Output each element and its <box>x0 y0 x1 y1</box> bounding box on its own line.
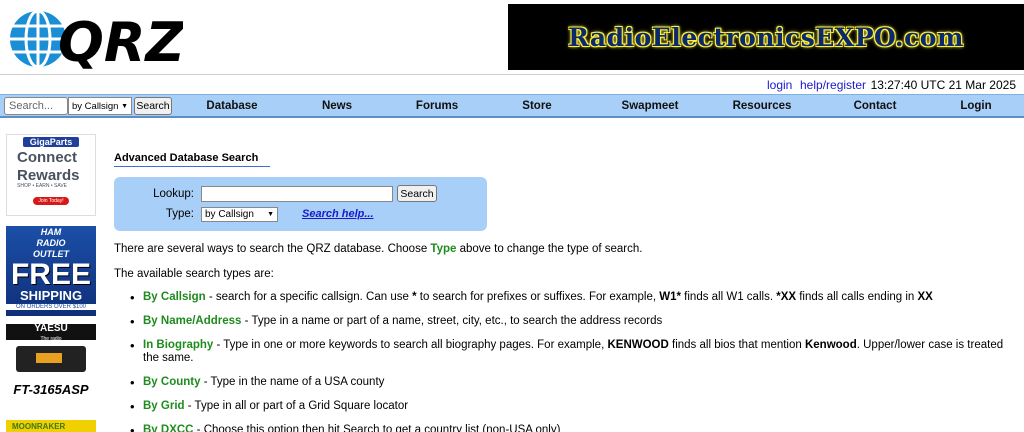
logo-text: QRZ <box>58 11 183 70</box>
banner-text: RadioElectronicsEXPO.com <box>568 22 964 52</box>
nav-item-news[interactable]: News <box>322 100 352 112</box>
yaesu-model: FT-3165ASP <box>13 382 89 397</box>
gigaparts-ad[interactable]: GigaParts Connect Rewards SHOP • EARN • … <box>6 134 96 216</box>
intro-text: There are several ways to search the QRZ… <box>114 243 642 255</box>
type-name: By Callsign <box>143 291 206 303</box>
hamradio-free: FREE <box>10 258 91 291</box>
search-type-select[interactable]: by Callsign ▼ <box>201 207 278 222</box>
type-name: By Name/Address <box>143 315 242 327</box>
type-desc: - Type in the name of a USA county <box>200 376 385 388</box>
gigaparts-brand: GigaParts <box>23 137 79 147</box>
available-types-label: The available search types are: <box>114 268 274 280</box>
type-name: By Grid <box>143 400 185 412</box>
list-item: By Name/Address - Type in a name or part… <box>130 315 1010 328</box>
banner-ad[interactable]: RadioElectronicsEXPO.com <box>508 4 1024 70</box>
type-desc: - Type in all or part of a Grid Square l… <box>184 400 409 412</box>
page-title: Advanced Database Search <box>114 152 270 167</box>
search-help-link[interactable]: Search help... <box>302 208 374 220</box>
nav-item-database[interactable]: Database <box>206 100 257 112</box>
hamradio-line1: HAM <box>40 227 62 237</box>
type-desc: - Type in a name or part of a name, stre… <box>241 315 663 327</box>
type-name: By County <box>143 376 201 388</box>
yaesu-tagline: The radio <box>40 336 62 342</box>
yaesu-brand-bar: YAESU The radio <box>6 323 96 342</box>
type-desc: - Choose this option then hit Search to … <box>193 424 561 432</box>
lookup-input[interactable] <box>201 186 393 202</box>
nav-item-forums[interactable]: Forums <box>416 100 458 112</box>
hamradio-outlet-ad[interactable]: HAM RADIO OUTLET FREE SHIPPING ON ORDERS… <box>6 226 96 316</box>
nav-search-type-select[interactable]: by Callsign ▼ <box>68 97 132 115</box>
type-name: In Biography <box>143 339 214 351</box>
qrz-logo[interactable]: QRZ <box>8 8 185 74</box>
main-nav: by Callsign ▼ Search Database News Forum… <box>0 94 1024 118</box>
search-type-value: by Callsign <box>205 209 254 220</box>
gigaparts-line2: Rewards <box>17 167 80 184</box>
list-item: By County - Type in the name of a USA co… <box>130 376 1010 389</box>
type-name: By DXCC <box>143 424 194 432</box>
advanced-search-panel: Lookup: Search Type: by Callsign ▼ Searc… <box>114 177 487 231</box>
nav-search-button[interactable]: Search <box>134 97 172 115</box>
yaesu-brand: YAESU <box>34 323 68 334</box>
login-link[interactable]: login <box>767 78 792 92</box>
radio-icon <box>16 346 86 372</box>
nav-search-type-value: by Callsign <box>72 100 119 112</box>
lookup-label: Lookup: <box>153 188 194 200</box>
nav-item-store[interactable]: Store <box>522 100 551 112</box>
nav-item-swapmeet[interactable]: Swapmeet <box>622 100 679 112</box>
list-item: By DXCC - Choose this option then hit Se… <box>130 424 1010 432</box>
moonraker-brand: MOONRAKER <box>12 422 66 431</box>
nav-item-login[interactable]: Login <box>960 100 991 112</box>
nav-item-resources[interactable]: Resources <box>733 100 792 112</box>
list-item: By Grid - Type in all or part of a Grid … <box>130 400 1010 413</box>
search-types-list: By Callsign - search for a specific call… <box>130 291 1010 432</box>
yaesu-ad[interactable]: YAESU The radio FT-3165ASP <box>6 324 96 410</box>
hamradio-line2: RADIO <box>36 238 66 248</box>
gigaparts-line1: Connect <box>17 149 77 166</box>
intro-post: above to change the type of search. <box>456 243 643 255</box>
gigaparts-cta: Join Today! <box>33 197 69 205</box>
list-item: By Callsign - search for a specific call… <box>130 291 1010 304</box>
help-register-link[interactable]: help/register <box>800 78 866 92</box>
utc-time: 13:27:40 UTC 21 Mar 2025 <box>870 78 1016 92</box>
chevron-down-icon: ▼ <box>121 102 128 110</box>
nav-item-contact[interactable]: Contact <box>854 100 897 112</box>
chevron-down-icon: ▼ <box>267 211 274 218</box>
list-item: In Biography - Type in one or more keywo… <box>130 339 1010 365</box>
search-button[interactable]: Search <box>397 185 437 202</box>
moonraker-ad[interactable]: MOONRAKER <box>6 420 96 432</box>
gigaparts-sub: SHOP • EARN • SAVE <box>17 183 67 189</box>
top-link-bar: login help/register 13:27:40 UTC 21 Mar … <box>0 74 1024 94</box>
intro-type: Type <box>430 243 457 255</box>
intro-pre: There are several ways to search the QRZ… <box>114 243 431 255</box>
type-label: Type: <box>165 208 194 220</box>
nav-search-input[interactable] <box>4 97 68 115</box>
hamradio-orders: ON ORDERS OVER $100 <box>6 304 96 310</box>
